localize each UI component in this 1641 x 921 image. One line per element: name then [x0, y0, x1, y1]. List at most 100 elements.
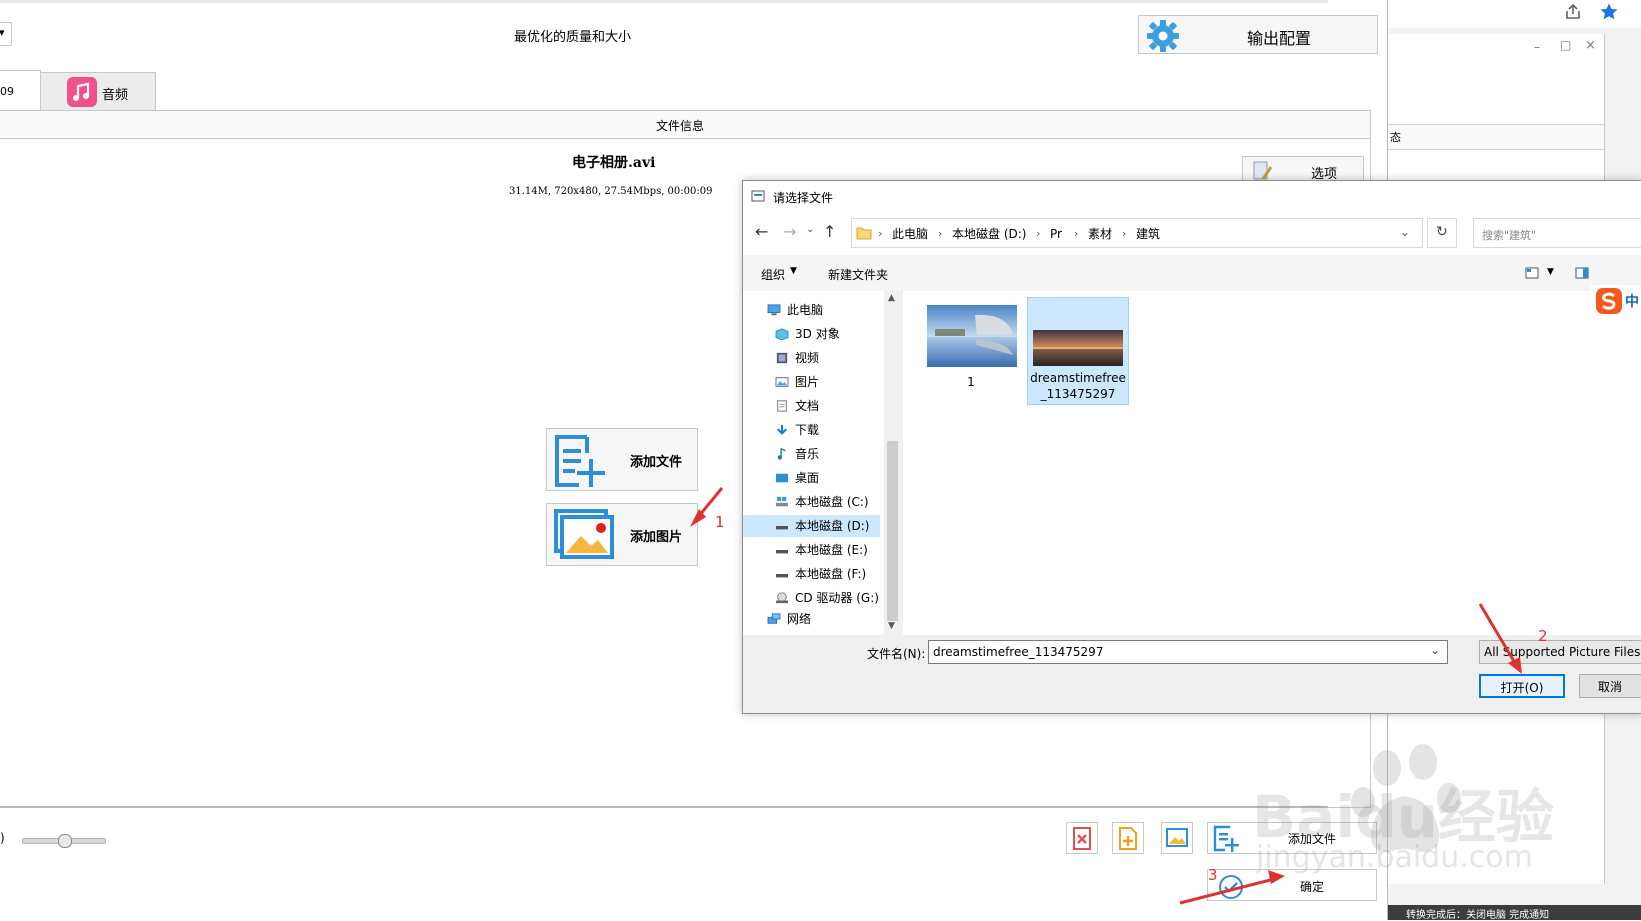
- tree-item-this-pc[interactable]: 此电脑: [743, 299, 883, 321]
- view-options-icon[interactable]: [1525, 267, 1539, 279]
- star-icon[interactable]: [1599, 2, 1619, 22]
- scrollbar-thumb[interactable]: [887, 441, 898, 621]
- file-item-label: 1: [967, 375, 975, 389]
- breadcrumb-material[interactable]: 素材: [1088, 219, 1112, 249]
- tree-item-3d-objects[interactable]: 3D 对象: [743, 323, 883, 345]
- breadcrumb-pr[interactable]: Pr: [1050, 219, 1062, 249]
- navigation-scrollbar[interactable]: ▲ ▼: [884, 291, 901, 635]
- annotation-step-1: 1: [715, 513, 725, 531]
- new-folder-button[interactable]: 新建文件夹: [828, 266, 888, 283]
- filetype-select[interactable]: All Supported Picture Files: [1479, 640, 1641, 664]
- tab-video[interactable]: 09: [0, 70, 41, 111]
- preview-pane-icon[interactable]: [1575, 267, 1589, 279]
- cancel-button-label: 取消: [1597, 680, 1622, 694]
- search-input[interactable]: 搜索"建筑": [1482, 227, 1536, 243]
- chevron-down-icon: ▾: [0, 26, 5, 39]
- dialog-nav-bar: ← → ⌄ ↑ › 此电脑 › 本地磁盘 (D:) › Pr › 素材 › 建筑…: [743, 211, 1641, 255]
- up-arrow-icon[interactable]: ↑: [823, 222, 836, 241]
- scroll-up-icon[interactable]: ▲: [888, 293, 895, 303]
- quality-dropdown[interactable]: ▾: [0, 22, 12, 46]
- tree-item-network[interactable]: 网络: [743, 608, 883, 630]
- zoom-slider[interactable]: [22, 834, 106, 848]
- open-button-label: 打开(O): [1500, 681, 1544, 695]
- recent-dropdown-icon[interactable]: ⌄: [806, 224, 814, 235]
- folder-icon: [856, 227, 872, 240]
- file-open-dialog: 请选择文件 ← → ⌄ ↑ › 此电脑 › 本地磁盘 (D:) › Pr › 素…: [742, 180, 1641, 714]
- tree-item-music[interactable]: 音乐: [743, 443, 883, 465]
- back-arrow-icon[interactable]: ←: [755, 222, 768, 241]
- add-image-small-button[interactable]: [1161, 822, 1193, 854]
- tree-item-desktop[interactable]: 桌面: [743, 467, 883, 489]
- breadcrumb-drive-d[interactable]: 本地磁盘 (D:): [952, 219, 1026, 249]
- breadcrumb-separator-icon: ›: [1074, 227, 1079, 240]
- tab-audio-label: 音频: [102, 88, 129, 103]
- annotation-step-3: 3: [1208, 866, 1218, 884]
- file-meta: 31.14M, 720x480, 27.54Mbps, 00:00:09: [509, 186, 713, 197]
- add-folder-button[interactable]: [1112, 822, 1144, 854]
- cd-drive-icon: [776, 592, 788, 604]
- dialog-title-bar: 请选择文件: [743, 181, 1641, 211]
- right-panel-header: 态: [1388, 124, 1604, 150]
- tree-item-drive-d[interactable]: 本地磁盘 (D:): [743, 515, 880, 537]
- add-file-button[interactable]: 添加文件: [546, 428, 698, 491]
- tree-item-drive-c[interactable]: 本地磁盘 (C:): [743, 491, 883, 513]
- navigation-pane: 此电脑 3D 对象 视频 图片 文档 下载 音乐 桌面 本地磁盘 (C:) 本地…: [743, 291, 893, 605]
- file-item[interactable]: 1: [921, 299, 1021, 403]
- dialog-command-bar: 组织 ▼ 新建文件夹 ▼: [743, 255, 1641, 292]
- ime-badge-label: 中: [1625, 294, 1639, 310]
- zoom-slider-thumb[interactable]: [58, 834, 72, 848]
- tree-item-pictures[interactable]: 图片: [743, 371, 883, 393]
- add-folder-icon: [1119, 827, 1137, 850]
- refresh-button[interactable]: ↻: [1427, 218, 1457, 248]
- film-icon: [776, 352, 788, 364]
- right-panel-header-label: 态: [1390, 131, 1401, 144]
- tab-video-label: 09: [0, 85, 14, 98]
- search-box[interactable]: 搜索"建筑": [1473, 218, 1641, 248]
- dialog-title: 请选择文件: [773, 191, 834, 205]
- bottom-add-file-button[interactable]: 添加文件: [1207, 822, 1377, 854]
- breadcrumb-this-pc[interactable]: 此电脑: [892, 219, 928, 249]
- sogou-ime-icon: [1596, 288, 1622, 314]
- add-image-button[interactable]: 添加图片: [546, 503, 698, 566]
- browser-toolbar-strip: [1388, 0, 1641, 28]
- tree-item-videos[interactable]: 视频: [743, 347, 883, 369]
- ime-badge[interactable]: 中: [1591, 285, 1641, 317]
- share-icon[interactable]: [1564, 3, 1582, 21]
- breadcrumb-building[interactable]: 建筑: [1136, 219, 1160, 249]
- filename-input[interactable]: dreamstimefree_113475297 ⌄: [928, 640, 1448, 664]
- file-list: 1 dreamstimefree_113475297: [903, 291, 1641, 635]
- scroll-down-icon[interactable]: ▼: [888, 621, 895, 631]
- cancel-button[interactable]: 取消: [1579, 674, 1641, 698]
- address-bar[interactable]: › 此电脑 › 本地磁盘 (D:) › Pr › 素材 › 建筑 ⌄: [851, 218, 1423, 248]
- bottom-divider: [0, 806, 1328, 808]
- add-file-label: 添加文件: [630, 455, 683, 470]
- tree-item-drive-f[interactable]: 本地磁盘 (F:): [743, 563, 883, 585]
- address-dropdown-icon[interactable]: ⌄: [1400, 225, 1410, 239]
- music-icon: [777, 448, 786, 460]
- file-info-header: 文件信息: [0, 111, 1370, 139]
- minimize-icon[interactable]: –: [1534, 40, 1540, 54]
- add-image-label: 添加图片: [630, 530, 683, 545]
- forward-arrow-icon[interactable]: →: [783, 222, 796, 241]
- tab-audio[interactable]: 音频: [40, 72, 156, 111]
- file-item-selected[interactable]: dreamstimefree_113475297: [1027, 297, 1129, 405]
- chevron-down-icon: ▼: [790, 266, 797, 276]
- maximize-icon[interactable]: □: [1560, 38, 1571, 52]
- remove-file-button[interactable]: [1066, 822, 1098, 854]
- close-icon[interactable]: ×: [1585, 38, 1596, 53]
- ok-button[interactable]: 确定: [1207, 869, 1377, 901]
- tree-item-downloads[interactable]: 下载: [743, 419, 883, 441]
- file-name: 电子相册.avi: [572, 155, 656, 171]
- remove-file-icon: [1073, 827, 1091, 850]
- tree-item-drive-e[interactable]: 本地磁盘 (E:): [743, 539, 883, 561]
- view-dropdown-icon[interactable]: ▼: [1547, 267, 1554, 277]
- music-note-icon: [67, 77, 97, 107]
- output-config-button[interactable]: 输出配置: [1138, 15, 1378, 54]
- breadcrumb-separator-icon: ›: [1036, 227, 1041, 240]
- open-button[interactable]: 打开(O): [1479, 674, 1565, 698]
- checkmark-icon: [1219, 875, 1243, 899]
- tree-item-documents[interactable]: 文档: [743, 395, 883, 417]
- chevron-down-icon[interactable]: ⌄: [1430, 643, 1440, 657]
- output-config-label: 输出配置: [1247, 29, 1312, 48]
- organize-menu[interactable]: 组织: [761, 266, 785, 283]
